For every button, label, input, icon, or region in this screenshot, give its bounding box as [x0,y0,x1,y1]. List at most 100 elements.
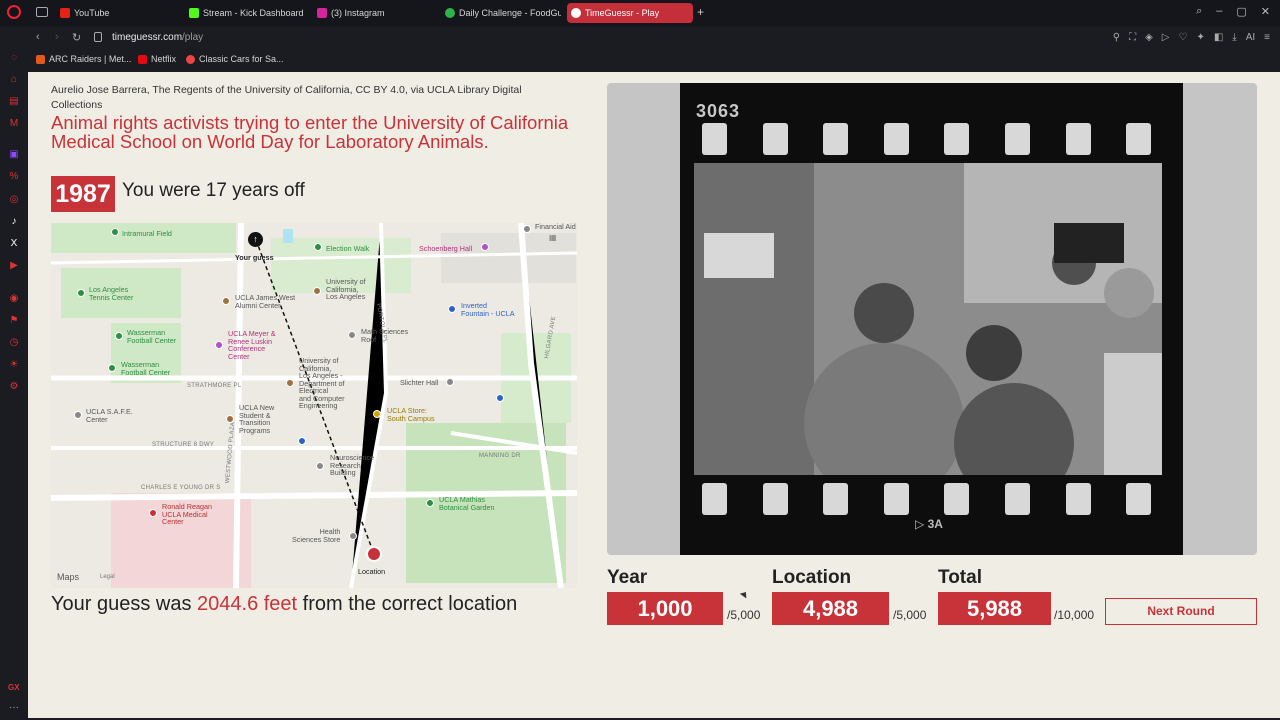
opera-logo-icon[interactable] [7,5,21,19]
more-icon[interactable]: ··· [9,702,19,713]
next-round-button[interactable]: Next Round [1105,598,1257,625]
map-poi-icon [314,243,322,251]
map-poi-icon [316,462,324,470]
tab-foodguessr[interactable]: Daily Challenge - FoodGus [441,3,561,23]
shield-icon[interactable]: ◈ [1145,32,1153,43]
tab-instagram[interactable]: (3) Instagram [313,3,435,23]
map-label: Schoenberg Hall [419,244,473,253]
map-legal-link[interactable]: Legal [100,574,115,580]
heart-icon[interactable]: ♡ [1178,32,1187,43]
location-score-value: 4,988 [772,592,889,625]
ai-icon[interactable]: AI [1246,32,1255,43]
map-poi-icon [426,499,434,507]
film-sprocket [1005,123,1030,155]
messenger-icon[interactable]: M [8,118,20,130]
bookmark-netflix[interactable]: Netflix [138,54,176,64]
film-sprocket [823,483,848,515]
map-label: UCLA Meyer & Renee Luskin Conference Cen… [228,329,276,361]
map-poi-icon [286,379,294,387]
film-sprocket [823,123,848,155]
play-icon[interactable]: ▷ [1162,32,1170,43]
result-map[interactable]: ↑ Your guess Location Intramural Field E… [51,223,577,588]
map-type-icon[interactable]: ▦ [549,233,563,245]
player-icon[interactable]: ◉ [8,293,20,305]
download-icon[interactable]: ⤓ [1232,32,1236,43]
tab-label: (3) Instagram [331,8,385,18]
bookmark-classic-cars[interactable]: Classic Cars for Sa... [186,54,284,64]
film-sprocket [1126,123,1151,155]
photo-title: Animal rights activists trying to enter … [51,112,569,152]
location-score-label: Location [772,567,852,588]
browser-tab-bar: YouTube Stream - Kick Dashboard (3) Inst… [0,0,1280,26]
map-poi-icon [215,341,223,349]
total-score-value: 5,988 [938,592,1051,625]
youtube-sidebar-icon[interactable]: ▶ [8,260,20,272]
tab-youtube[interactable]: YouTube [56,3,176,23]
workspaces-icon[interactable]: ⌂ [8,74,20,86]
pinboard-icon[interactable]: ▤ [8,96,20,108]
bulb-icon[interactable]: ☀ [8,359,20,371]
tab-label: Daily Challenge - FoodGus [459,8,561,18]
extensions-icon[interactable]: ✦ [1196,32,1204,43]
back-icon[interactable]: ‹ [36,31,40,43]
kick-icon [189,8,199,18]
tiktok-icon[interactable]: ♪ [8,216,20,228]
twitch-icon[interactable]: ▣ [8,149,20,161]
round-photo[interactable]: 3063 ▷ 3A [607,83,1257,555]
map-poi-icon [149,509,157,517]
classic-cars-icon [186,54,195,64]
x-icon[interactable]: X [8,238,20,250]
browser-sidebar: ◌ ⌂ ▤ M ▣ % ◎ ♪ X ▶ ◉ ⚑ ◷ ☀ ⚙ GX ··· [0,45,28,720]
bookmark-label: Netflix [151,54,177,64]
address-bar: ‹ › ↻ timeguessr.com/play ⚲ ⛶ ◈ ▷ ♡ ✦ ◧ … [0,26,1280,50]
history-icon[interactable]: ◷ [8,337,20,349]
aria-icon[interactable]: ◌ [8,52,20,64]
map-label: Inverted Fountain - UCLA [461,301,515,318]
menu-icon[interactable]: ≡ [1264,32,1270,43]
map-label: Intramural Field [122,229,172,238]
instagram-sidebar-icon[interactable]: ◎ [8,194,20,206]
map-label: Ronald Reagan UCLA Medical Center [162,502,212,526]
gx-icon[interactable]: GX [8,683,20,692]
photo-credit: Aurelio Jose Barrera, The Regents of the… [51,84,522,111]
minimize-icon[interactable]: – [1216,5,1222,18]
film-sprocket [763,483,788,515]
map-poi-icon [373,410,381,418]
forward-icon[interactable]: › [55,31,59,43]
map-poi-icon [74,411,82,419]
pin-icon[interactable]: ⚲ [1113,32,1120,43]
url-field[interactable]: timeguessr.com/play [112,32,203,43]
foodguessr-icon [445,8,455,18]
year-score-label: Year [607,567,648,588]
maximize-icon[interactable]: ▢ [1236,5,1246,18]
netflix-icon [138,54,147,64]
reload-icon[interactable]: ↻ [72,31,81,44]
map-label: Neuroscience Research Building [330,453,374,477]
settings-icon[interactable]: ⚙ [8,381,20,393]
total-score-max: /10,000 [1054,608,1095,622]
new-tab-plus-icon[interactable]: + [697,5,704,19]
flag-icon[interactable]: ⚑ [8,315,20,327]
map-label: UCLA James West Alumni Center [235,293,296,310]
map-label: Financial Aid [535,223,576,231]
tab-kick[interactable]: Stream - Kick Dashboard [185,3,307,23]
close-icon[interactable]: ✕ [1261,5,1270,18]
guess-pin-icon[interactable]: ↑ [248,232,263,247]
tab-timeguessr[interactable]: TimeGuessr - Play [567,3,693,23]
map-poi-icon [77,289,85,297]
workspace-icon[interactable] [36,7,48,17]
location-pin-icon[interactable] [366,546,382,562]
map-label: University of California, Los Angeles [326,277,366,301]
search-icon[interactable]: ⌕ [1196,5,1202,18]
percent-icon[interactable]: % [8,171,20,183]
year-score-max: /5,000 [727,608,761,622]
apple-maps-logo: Maps [57,572,79,582]
map-road-label: STRATHMORE PL [187,383,242,389]
arc-raiders-icon [36,54,45,64]
snapshot-icon[interactable]: ⛶ [1129,32,1136,43]
tab-label: TimeGuessr - Play [585,8,660,18]
film-number: 3063 [696,101,741,121]
your-guess-label: Your guess [235,253,274,262]
bookmark-arc-raiders[interactable]: ARC Raiders | Met... [36,54,131,64]
wallet-icon[interactable]: ◧ [1214,32,1223,43]
